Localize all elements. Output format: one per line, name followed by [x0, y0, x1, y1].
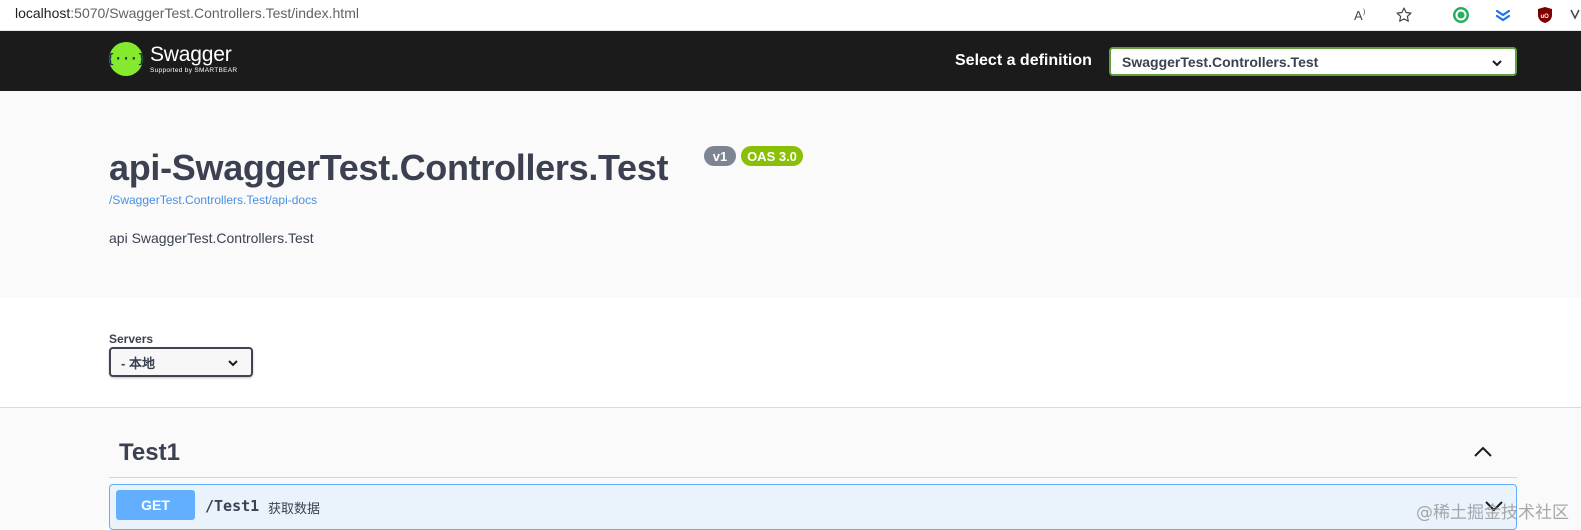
- method-badge: GET: [116, 490, 195, 520]
- logo-title: Swagger: [150, 42, 232, 66]
- chevron-up-icon[interactable]: [1473, 445, 1493, 464]
- read-aloud-icon[interactable]: A ): [1352, 5, 1372, 25]
- operations-section: Test1 GET /Test1 获取数据 @稀土掘金技术社区: [0, 407, 1581, 530]
- extension-blue-icon[interactable]: [1493, 5, 1513, 25]
- chevron-down-icon: [1491, 56, 1503, 72]
- definition-selected-value: SwaggerTest.Controllers.Test: [1122, 53, 1319, 70]
- swagger-logo[interactable]: {···} Swagger Supported by SMARTBEAR: [106, 42, 237, 76]
- swagger-topbar: {···} Swagger Supported by SMARTBEAR Sel…: [0, 31, 1581, 91]
- favorite-star-icon[interactable]: [1394, 5, 1414, 25]
- operation-path: /Test1: [205, 497, 260, 515]
- servers-selected-value: - 本地: [121, 355, 155, 371]
- toolbar-separator: [1428, 0, 1429, 30]
- api-info-section: api-SwaggerTest.Controllers.Test v1 OAS …: [0, 91, 1581, 298]
- url-host: localhost: [15, 5, 71, 21]
- svg-text:): ): [1363, 9, 1365, 16]
- extension-green-icon[interactable]: [1451, 5, 1471, 25]
- operation-get-test1[interactable]: GET /Test1 获取数据: [109, 484, 1517, 530]
- oas-badge: OAS 3.0: [741, 146, 803, 166]
- browser-address-bar: localhost:5070/SwaggerTest.Controllers.T…: [0, 0, 1581, 31]
- browser-toolbar-icons: A ) uO: [1330, 0, 1581, 30]
- svg-text:uO: uO: [1541, 14, 1550, 20]
- operation-summary: 获取数据: [268, 501, 321, 516]
- version-badge: v1: [704, 146, 736, 166]
- ublock-icon[interactable]: uO: [1535, 5, 1555, 25]
- servers-label: Servers: [109, 332, 154, 346]
- api-docs-link[interactable]: /SwaggerTest.Controllers.Test/api-docs: [109, 193, 317, 207]
- url-path: :5070/SwaggerTest.Controllers.Test/index…: [70, 5, 359, 21]
- logo-subtitle: Supported by SMARTBEAR: [150, 66, 238, 74]
- api-description: api SwaggerTest.Controllers.Test: [109, 230, 314, 246]
- url-field[interactable]: localhost:5070/SwaggerTest.Controllers.T…: [15, 5, 359, 21]
- tag-header-test1[interactable]: Test1: [109, 408, 1517, 478]
- tag-title: Test1: [119, 439, 180, 466]
- servers-select[interactable]: - 本地: [109, 347, 253, 377]
- swagger-logo-text: Swagger Supported by SMARTBEAR: [150, 44, 237, 75]
- watermark: @稀土掘金技术社区: [1416, 503, 1569, 523]
- definition-select[interactable]: SwaggerTest.Controllers.Test: [1109, 47, 1517, 76]
- chevron-down-icon: [227, 357, 239, 372]
- select-definition-label: Select a definition: [955, 52, 1092, 69]
- overflow-icon[interactable]: [1569, 5, 1581, 25]
- swagger-logo-icon: {···}: [106, 42, 146, 76]
- api-title: api-SwaggerTest.Controllers.Test: [109, 147, 669, 188]
- svg-text:A: A: [1354, 8, 1363, 23]
